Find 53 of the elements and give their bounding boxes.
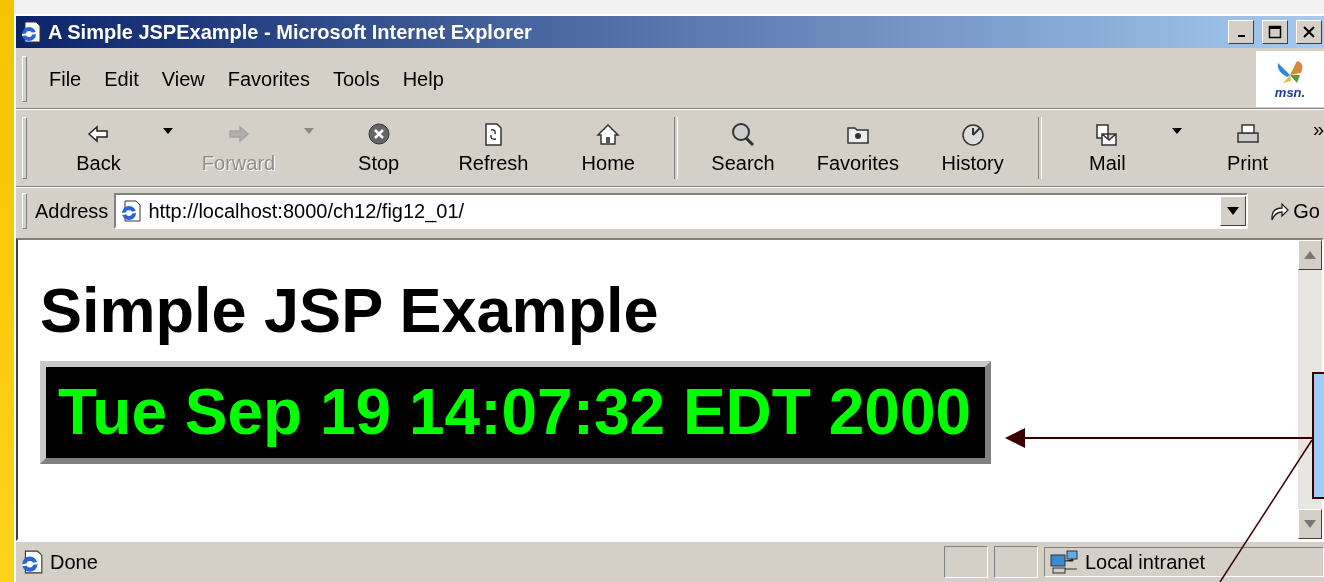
refresh-button[interactable]: Refresh [436,113,551,183]
status-pane [944,546,988,578]
minimize-icon [1237,35,1245,37]
menu-item[interactable]: Favorites [219,63,318,95]
address-label: Address [35,199,109,223]
address-field[interactable]: http://localhost:8000/ch12/fig12_01/ [114,193,1249,229]
search-icon [730,121,756,148]
house-icon [595,121,622,148]
page-icon [20,550,44,574]
browser-icon [20,21,42,43]
stop-icon [365,121,392,148]
caret-icon[interactable] [163,128,174,134]
caret-icon [1227,207,1240,215]
menu-item[interactable]: Help [394,63,452,95]
zone-text: Local intranet [1085,550,1206,574]
address-input[interactable]: http://localhost:8000/ch12/fig12_01/ [148,199,1215,223]
status-pane [994,546,1038,578]
scroll-up-button[interactable] [1298,240,1322,270]
home-button[interactable]: Home [550,113,666,183]
more-button[interactable]: » [1312,118,1324,141]
menu-item[interactable]: View [153,63,213,95]
logo-text: msn. [1274,84,1306,100]
menu-item[interactable]: Edit [96,63,147,95]
maximize-button[interactable] [1262,20,1288,44]
search-button[interactable]: Search [685,113,801,183]
butterfly-icon [1275,58,1305,85]
mail-button[interactable]: Mail [1050,113,1165,183]
status-text: Done [50,550,99,574]
arrow-icon [1268,200,1291,222]
maximize-icon [1268,25,1282,39]
go-button[interactable]: Go [1268,199,1320,223]
down-arrow-icon [1304,520,1316,528]
page-icon [120,200,143,222]
dropdown-button[interactable] [1220,196,1247,226]
history-button[interactable]: History [915,113,1031,183]
stop-button[interactable]: Stop [321,113,437,183]
clock-icon [959,121,986,148]
menu-item[interactable]: Tools [324,63,388,95]
close-button[interactable] [1296,20,1322,44]
favorites-button[interactable]: Favorites [800,113,916,183]
minimize-button[interactable] [1228,20,1254,44]
logo[interactable]: msn. [1256,51,1324,107]
close-icon [1302,25,1316,39]
clock-display: Tue Sep 19 14:07:32 EDT 2000 [40,361,992,464]
back-button[interactable]: Back [41,113,156,183]
print-button[interactable]: Print [1190,113,1305,183]
menu-item[interactable]: File [41,63,90,95]
network-icon [1049,549,1079,575]
window-title: A Simple JSPExample - Microsoft Internet Explorer [48,20,533,44]
up-arrow-icon [1304,251,1316,259]
scroll-down-button[interactable] [1298,509,1322,539]
caret-icon[interactable] [1172,128,1183,134]
page-heading: Simple JSP Example [40,276,660,346]
